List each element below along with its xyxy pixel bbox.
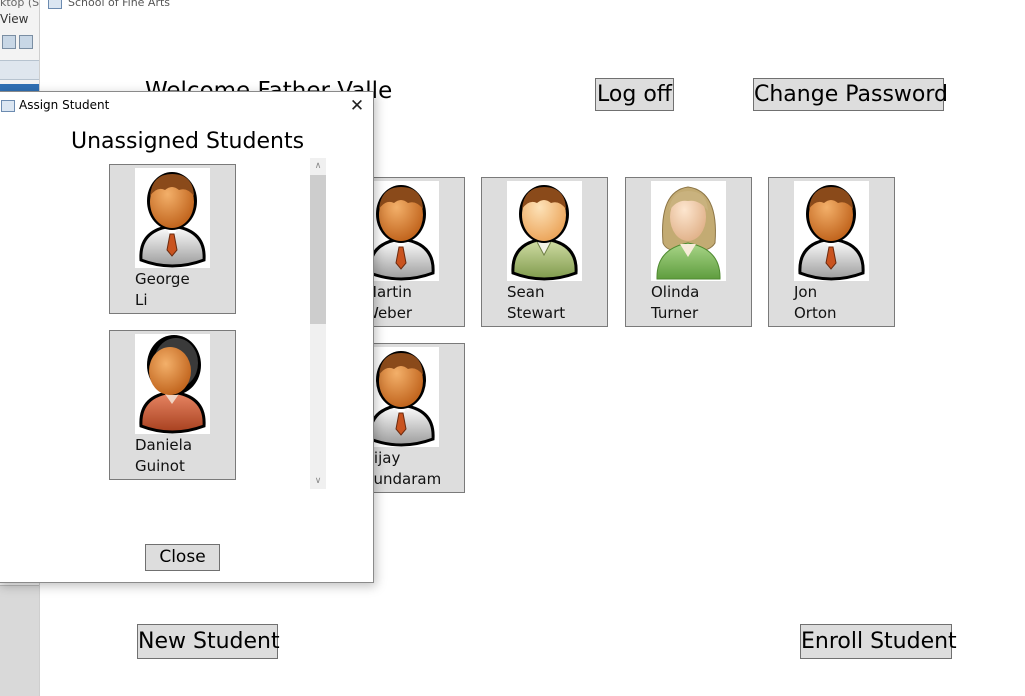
dialog-title: Assign Student bbox=[19, 98, 110, 112]
print-icon[interactable] bbox=[19, 35, 33, 49]
student-first-name: Sean bbox=[507, 283, 545, 301]
student-card-jon-orton[interactable]: Jon Orton bbox=[768, 177, 895, 327]
dialog-title-bar[interactable]: Assign Student ✕ bbox=[0, 92, 373, 120]
unassigned-card-george-li[interactable]: George Li bbox=[109, 164, 236, 314]
ide-title-fragment: ktop (S bbox=[0, 0, 40, 9]
list-scrollbar[interactable]: ∧ ∨ bbox=[310, 158, 326, 489]
window-icon bbox=[1, 100, 15, 112]
close-button[interactable]: Close bbox=[145, 544, 220, 571]
main-window-title-text: School of Fine Arts bbox=[68, 0, 171, 9]
new-student-button[interactable]: New Student bbox=[137, 624, 280, 659]
unassigned-card-daniela-guinot[interactable]: Daniela Guinot bbox=[109, 330, 236, 480]
student-card-sean-stewart[interactable]: Sean Stewart bbox=[481, 177, 608, 327]
log-off-button[interactable]: Log off bbox=[595, 78, 674, 111]
student-last-name: Turner bbox=[651, 304, 699, 322]
male-student-icon bbox=[794, 181, 869, 281]
student-first-name: Jon bbox=[794, 283, 818, 301]
female-student-icon bbox=[135, 334, 210, 434]
scroll-thumb[interactable] bbox=[310, 175, 326, 324]
student-last-name: Li bbox=[135, 291, 148, 309]
assign-student-dialog: Assign Student ✕ Unassigned Students Geo… bbox=[0, 91, 374, 583]
student-card-olinda-turner[interactable]: Olinda Turner bbox=[625, 177, 752, 327]
ide-menu-view[interactable]: View bbox=[0, 12, 28, 26]
male-student-icon bbox=[364, 181, 439, 281]
scroll-up-icon[interactable]: ∧ bbox=[310, 158, 326, 174]
student-last-name: Sundaram bbox=[364, 470, 442, 488]
unassigned-students-heading: Unassigned Students bbox=[71, 129, 305, 154]
female-student-icon bbox=[651, 181, 726, 281]
close-icon[interactable]: ✕ bbox=[345, 95, 369, 117]
student-first-name: Daniela bbox=[135, 436, 193, 454]
male-student-icon bbox=[507, 181, 582, 281]
male-student-icon bbox=[135, 168, 210, 268]
change-password-button[interactable]: Change Password bbox=[753, 78, 948, 111]
ide-toolbar bbox=[2, 34, 38, 50]
male-student-icon bbox=[364, 347, 439, 447]
student-first-name: Olinda bbox=[651, 283, 700, 301]
new-file-icon[interactable] bbox=[2, 35, 16, 49]
scroll-down-icon[interactable]: ∨ bbox=[310, 473, 326, 489]
app-icon bbox=[48, 0, 62, 9]
student-last-name: Stewart bbox=[507, 304, 566, 322]
ide-tab-strip[interactable] bbox=[0, 60, 39, 80]
ide-bottom-panel bbox=[0, 585, 39, 696]
student-last-name: Orton bbox=[794, 304, 837, 322]
main-window-title: School of Fine Arts bbox=[48, 0, 170, 9]
student-last-name: Guinot bbox=[135, 457, 185, 475]
student-first-name: George bbox=[135, 270, 190, 288]
unassigned-students-list[interactable]: George Li Daniela Guinot bbox=[103, 158, 323, 488]
enroll-student-button[interactable]: Enroll Student bbox=[800, 624, 957, 659]
